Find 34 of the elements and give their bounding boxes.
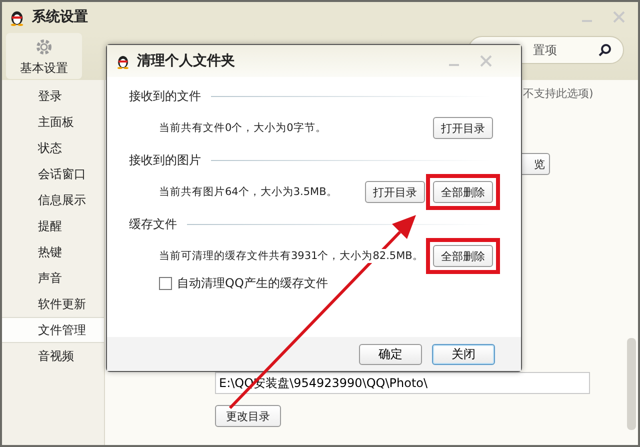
sidebar-item[interactable]: 信息展示	[2, 187, 104, 213]
ok-button[interactable]: 确定	[359, 344, 422, 364]
sidebar-item[interactable]: 会话窗口	[2, 161, 104, 187]
dialog-title: 清理个人文件夹	[137, 52, 236, 70]
close-icon	[613, 11, 625, 23]
minimize-icon	[449, 64, 459, 66]
close-icon	[480, 55, 492, 67]
minimize-icon	[582, 20, 592, 22]
open-folder-button[interactable]: 打开目录	[433, 117, 493, 139]
browse-button[interactable]: 览	[522, 153, 550, 175]
sidebar-item[interactable]: 音视频	[2, 343, 104, 369]
section-heading: 接收到的文件	[129, 88, 201, 104]
open-folder-button[interactable]: 打开目录	[365, 181, 425, 203]
sidebar-item[interactable]: 提醒	[2, 213, 104, 239]
sidebar-item[interactable]: 软件更新	[2, 291, 104, 317]
sidebar-item[interactable]: 声音	[2, 265, 104, 291]
penguin-icon	[115, 53, 131, 69]
search-icon	[598, 43, 612, 57]
settings-tab[interactable]: 基本设置	[6, 33, 82, 79]
note-text: 不支持此选项)	[523, 86, 594, 101]
sidebar-item[interactable]: 热键	[2, 239, 104, 265]
auto-clean-checkbox[interactable]: 自动清理QQ产生的缓存文件	[129, 275, 493, 291]
section-heading: 接收到的图片	[129, 152, 201, 168]
sidebar-item[interactable]: 登录	[2, 83, 104, 109]
window-title: 系统设置	[32, 8, 89, 26]
delete-all-button[interactable]: 全部删除	[433, 245, 493, 267]
change-folder-button[interactable]: 更改目录	[215, 405, 281, 427]
sidebar-item[interactable]: 主面板	[2, 109, 104, 135]
sidebar-item[interactable]: 状态	[2, 135, 104, 161]
delete-all-button[interactable]: 全部删除	[433, 181, 493, 203]
sidebar-item[interactable]: 文件管理	[2, 317, 104, 343]
close-dialog-button[interactable]: 关闭	[432, 344, 495, 364]
section-heading: 缓存文件	[129, 216, 177, 232]
scrollbar-thumb[interactable]	[627, 338, 636, 430]
